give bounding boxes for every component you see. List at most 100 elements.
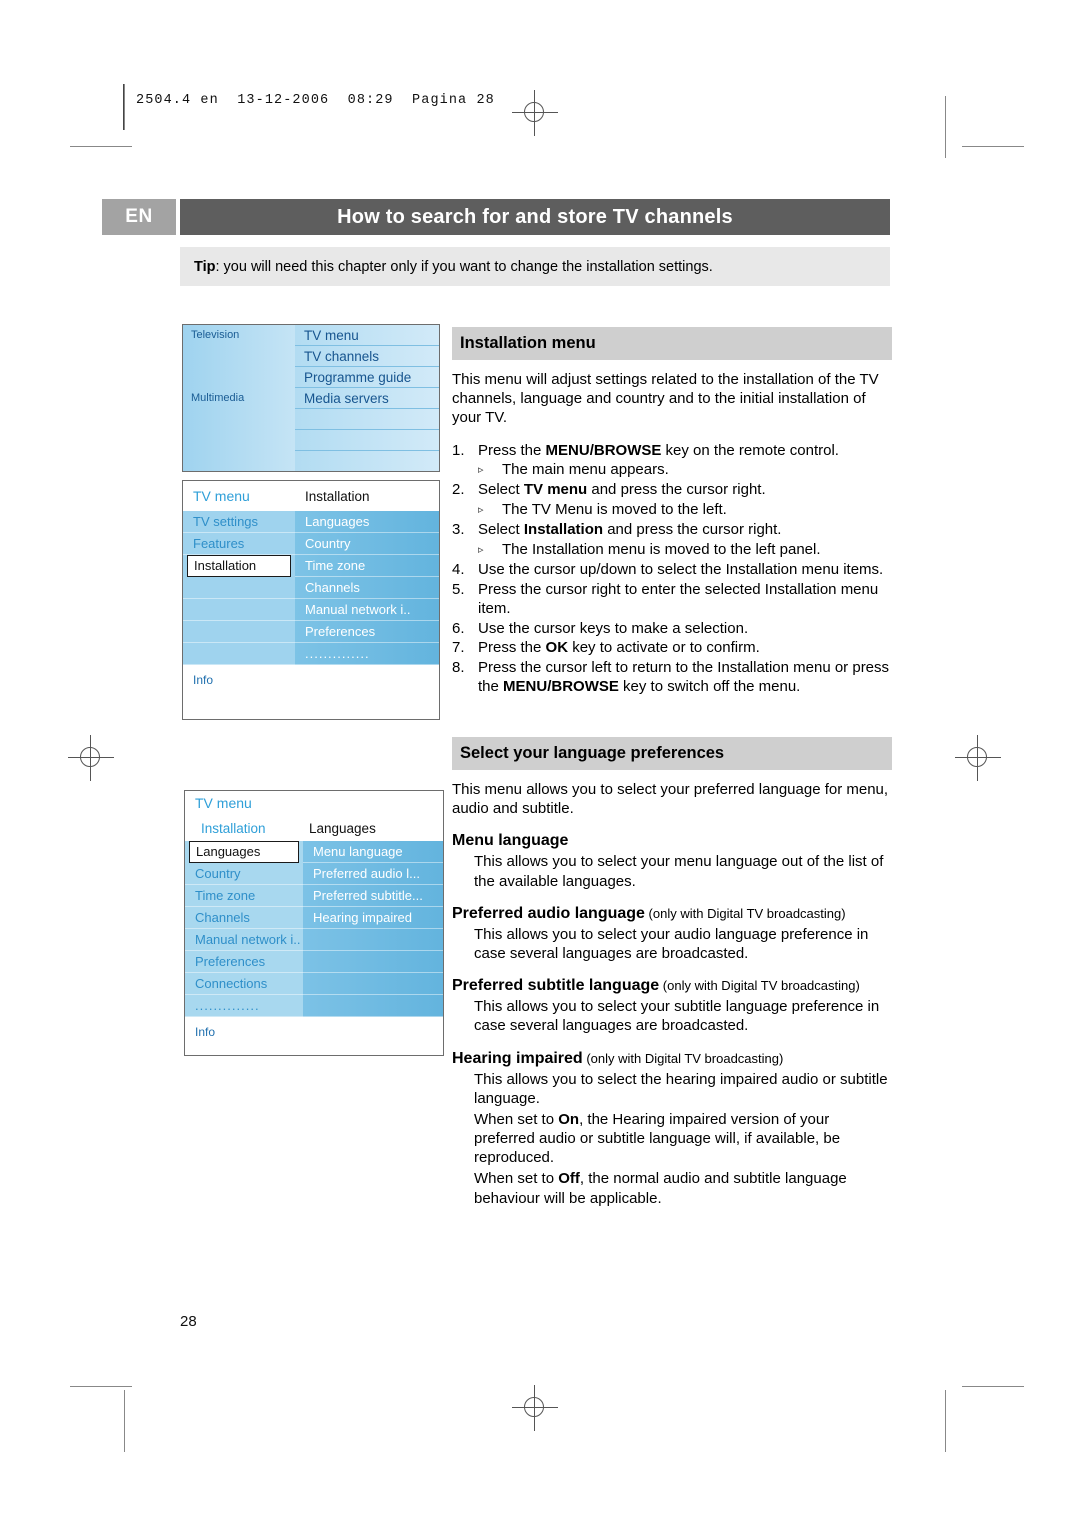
crop-mark-bottom-right-v bbox=[945, 1390, 947, 1452]
installation-menu-mockup: TV menu Installation TV settings Feature… bbox=[182, 480, 440, 720]
languages-item-empty-4 bbox=[303, 995, 443, 1017]
languages-info-label: Info bbox=[195, 1025, 216, 1039]
installation-left-item-empty-2 bbox=[183, 599, 295, 621]
installation-left-item-installation-selected: Installation bbox=[187, 555, 291, 577]
step-text-pre: Select bbox=[478, 521, 524, 539]
substep-text: The Installation menu is moved to the le… bbox=[502, 541, 821, 559]
main-menu-right-column: TV menu TV channels Programme guide Medi… bbox=[295, 325, 439, 471]
installation-substep-1: ▹ The main menu appears. bbox=[452, 461, 892, 480]
step-text-pre: Press the bbox=[478, 441, 546, 459]
language-badge: EN bbox=[102, 199, 176, 235]
main-menu-item-empty-2 bbox=[295, 430, 439, 451]
on-value: On bbox=[558, 1110, 580, 1128]
step-text-post: key to activate or to confirm. bbox=[568, 639, 760, 657]
installation-steps-list: 1. Press the MENU/BROWSE key on the remo… bbox=[452, 442, 892, 698]
slug-rule bbox=[123, 84, 125, 130]
step-text-post: key on the remote control. bbox=[661, 441, 839, 459]
installation-item-time-zone: Time zone bbox=[295, 555, 439, 577]
triangle-bullet-icon: ▹ bbox=[478, 544, 484, 557]
step-number: 6. bbox=[452, 619, 465, 637]
installation-item-country: Country bbox=[295, 533, 439, 555]
crop-mark-bottom-left bbox=[70, 1386, 132, 1388]
crop-mark-bottom-left-v bbox=[124, 1390, 126, 1452]
main-menu-left-column: Television Multimedia bbox=[183, 325, 295, 471]
main-menu-left-item-multimedia: Multimedia bbox=[191, 392, 245, 404]
installation-substep-2: ▹ The TV Menu is moved to the left. bbox=[452, 501, 892, 520]
languages-breadcrumb-current: Languages bbox=[309, 820, 376, 836]
main-menu-item-tv-menu: TV menu bbox=[295, 325, 439, 346]
languages-info-bar: Info bbox=[185, 1017, 443, 1055]
main-menu-item-media-servers: Media servers bbox=[295, 388, 439, 409]
step-number: 4. bbox=[452, 560, 465, 578]
substep-text: The main menu appears. bbox=[502, 461, 669, 479]
main-menu-item-empty-1 bbox=[295, 409, 439, 430]
preferred-subtitle-note: (only with Digital TV broadcasting) bbox=[659, 978, 860, 994]
hearing-impaired-title: Hearing impaired bbox=[452, 1049, 583, 1067]
installation-section-intro: This menu will adjust settings related t… bbox=[452, 371, 879, 427]
step-text-bold: MENU/BROWSE bbox=[503, 678, 619, 696]
substep-text: The TV Menu is moved to the left. bbox=[502, 501, 727, 519]
hearing-impaired-off-line: When set to Off, the normal audio and su… bbox=[452, 1169, 892, 1207]
languages-mockup-title: TV menu bbox=[185, 791, 443, 815]
installation-step-7: 7. Press the OK key to activate or to co… bbox=[452, 639, 892, 658]
installation-section: Installation menu This menu will adjust … bbox=[452, 327, 892, 698]
hearing-impaired-on-line: When set to On, the Hearing impaired ver… bbox=[452, 1110, 892, 1168]
preferred-subtitle-body: This allows you to select your subtitle … bbox=[474, 998, 880, 1035]
languages-item-empty-2 bbox=[303, 951, 443, 973]
installation-breadcrumb: TV menu Installation bbox=[183, 481, 439, 511]
installation-breadcrumb-current: Installation bbox=[305, 488, 370, 504]
step-text-pre: Press the bbox=[478, 639, 546, 657]
step-number: 3. bbox=[452, 521, 465, 539]
languages-item-hearing-impaired: Hearing impaired bbox=[303, 907, 443, 929]
page-number: 28 bbox=[180, 1313, 197, 1330]
languages-menu-mockup: TV menu Installation Languages Languages… bbox=[184, 790, 444, 1056]
main-menu-item-tv-channels: TV channels bbox=[295, 346, 439, 367]
languages-left-item-time-zone: Time zone bbox=[185, 885, 303, 907]
step-number: 8. bbox=[452, 659, 465, 677]
languages-item-preferred-audio: Preferred audio l... bbox=[303, 863, 443, 885]
step-number: 7. bbox=[452, 639, 465, 657]
installation-left-item-empty-3 bbox=[183, 621, 295, 643]
installation-left-panel: TV settings Features Installation bbox=[183, 511, 295, 665]
step-text-post: and press the cursor right. bbox=[587, 481, 766, 499]
installation-item-preferences: Preferences bbox=[295, 621, 439, 643]
step-text-bold: Installation bbox=[523, 521, 604, 539]
installation-breadcrumb-parent: TV menu bbox=[193, 488, 250, 504]
step-number: 2. bbox=[452, 481, 465, 499]
installation-item-languages: Languages bbox=[295, 511, 439, 533]
preferred-audio-body: This allows you to select your audio lan… bbox=[474, 925, 869, 962]
installation-left-item-tv-settings: TV settings bbox=[183, 511, 295, 533]
languages-left-item-languages-selected: Languages bbox=[189, 841, 299, 863]
installation-item-channels: Channels bbox=[295, 577, 439, 599]
language-section-heading: Select your language preferences bbox=[452, 737, 892, 770]
preferred-audio-title: Preferred audio language bbox=[452, 904, 645, 922]
crop-mark-bottom-right bbox=[962, 1386, 1024, 1388]
languages-breadcrumb: Installation Languages bbox=[185, 815, 443, 841]
installation-left-item-features: Features bbox=[183, 533, 295, 555]
installation-step-1: 1. Press the MENU/BROWSE key on the remo… bbox=[452, 442, 892, 461]
registration-mark-right bbox=[955, 735, 1001, 781]
step-text: Press the cursor right to enter the sele… bbox=[478, 580, 879, 617]
crop-mark-top-left bbox=[70, 146, 132, 148]
step-number: 1. bbox=[452, 441, 465, 459]
installation-item-manual-network: Manual network i.. bbox=[295, 599, 439, 621]
step-text-bold: OK bbox=[545, 639, 569, 657]
installation-step-8: 8. Press the cursor left to return to th… bbox=[452, 659, 892, 697]
menu-language-heading: Menu language bbox=[452, 832, 892, 850]
triangle-bullet-icon: ▹ bbox=[478, 504, 484, 517]
preferred-audio-heading: Preferred audio language (only with Digi… bbox=[452, 905, 892, 923]
languages-right-panel: Menu language Preferred audio l... Prefe… bbox=[303, 841, 443, 1017]
preferred-subtitle-heading: Preferred subtitle language (only with D… bbox=[452, 977, 892, 995]
installation-info-bar: Info bbox=[183, 665, 439, 719]
installation-item-more-dots: .............. bbox=[295, 643, 439, 665]
installation-step-5: 5. Press the cursor right to enter the s… bbox=[452, 581, 892, 619]
main-menu-left-item-television: Television bbox=[191, 329, 240, 341]
tip-banner: Tip: you will need this chapter only if … bbox=[180, 247, 890, 286]
preferred-subtitle-title: Preferred subtitle language bbox=[452, 977, 660, 995]
language-preferences-section: Select your language preferences This me… bbox=[452, 737, 892, 1208]
registration-mark-bottom bbox=[512, 1385, 558, 1431]
languages-breadcrumb-parent: Installation bbox=[201, 820, 266, 836]
languages-item-menu-language: Menu language bbox=[303, 841, 443, 863]
languages-left-item-country: Country bbox=[185, 863, 303, 885]
languages-left-item-more-dots: .............. bbox=[185, 995, 303, 1017]
